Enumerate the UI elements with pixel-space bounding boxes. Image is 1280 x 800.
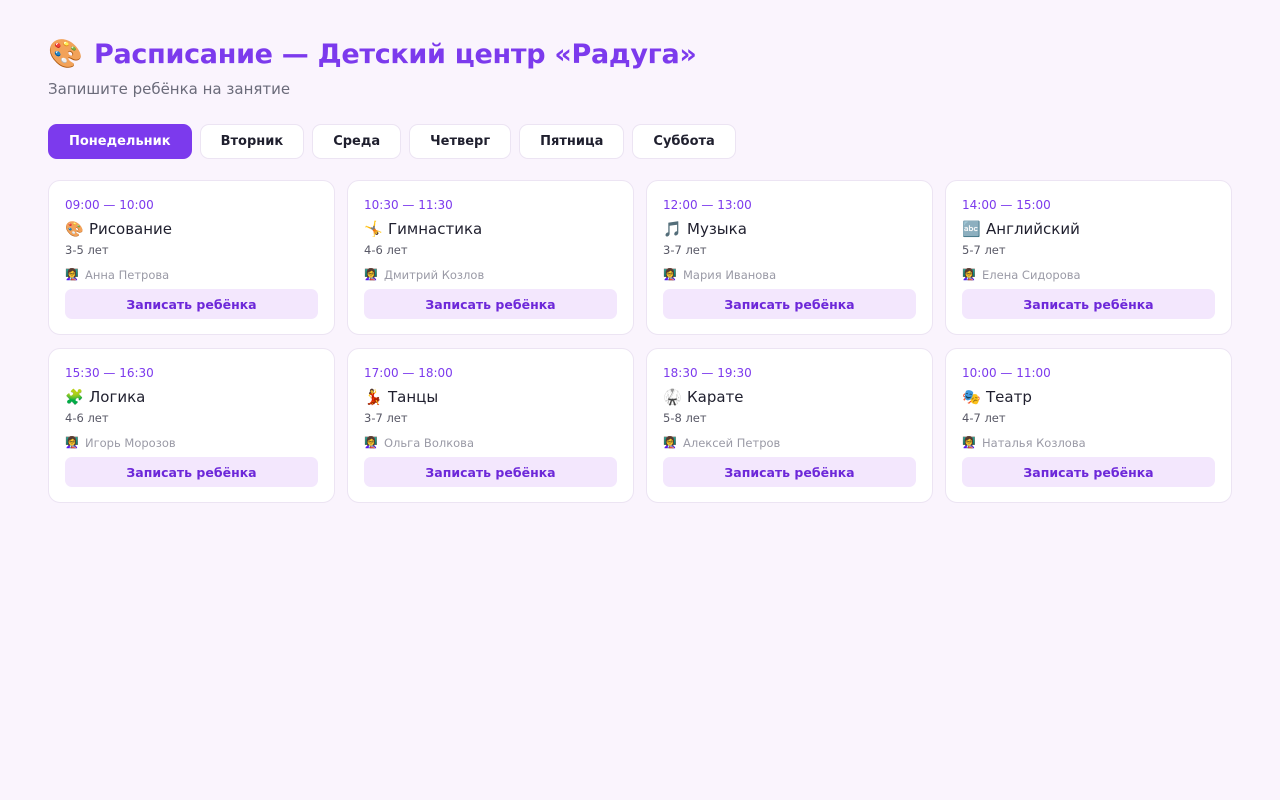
class-teacher: 👩‍🏫 Наталья Козлова <box>962 435 1215 450</box>
class-age: 3-5 лет <box>65 243 109 257</box>
class-age: 5-8 лет <box>663 411 707 425</box>
teacher-icon: 👩‍🏫 <box>364 268 378 281</box>
class-time: 09:00 — 10:00 <box>65 198 154 212</box>
class-age: 3-7 лет <box>364 411 408 425</box>
class-teacher: 👩‍🏫 Ольга Волкова <box>364 435 617 450</box>
teacher-name: Дмитрий Козлов <box>384 267 485 282</box>
teacher-icon: 👩‍🏫 <box>962 436 976 449</box>
class-time: 18:30 — 19:30 <box>663 366 752 380</box>
class-time: 12:00 — 13:00 <box>663 198 752 212</box>
enroll-button[interactable]: Записать ребёнка <box>65 289 318 319</box>
tab-friday[interactable]: Пятница <box>519 124 625 159</box>
enroll-button[interactable]: Записать ребёнка <box>962 289 1215 319</box>
class-name: Английский <box>986 220 1080 238</box>
class-name: Танцы <box>388 388 439 406</box>
class-age: 4-6 лет <box>65 411 109 425</box>
class-time: 10:30 — 11:30 <box>364 198 453 212</box>
class-title: 🤸 Гимнастика <box>364 219 617 239</box>
tab-wednesday[interactable]: Среда <box>312 124 402 159</box>
class-name: Театр <box>986 388 1032 406</box>
class-name: Рисование <box>89 220 173 238</box>
class-age: 3-7 лет <box>663 243 707 257</box>
class-card-dance: 17:00 — 18:00 💃 Танцы 3-7 лет 👩‍🏫 Ольга … <box>347 348 634 503</box>
teacher-name: Мария Иванова <box>683 267 777 282</box>
tab-saturday[interactable]: Суббота <box>632 124 736 159</box>
puzzle-icon: 🧩 <box>65 387 84 406</box>
palette-icon: 🎨 <box>48 37 83 70</box>
tab-tuesday[interactable]: Вторник <box>199 124 305 159</box>
page: 🎨 Расписание — Детский центр «Радуга» За… <box>0 0 1280 503</box>
teacher-name: Анна Петрова <box>85 267 170 282</box>
palette-icon: 🎨 <box>65 219 84 238</box>
teacher-name: Наталья Козлова <box>982 435 1086 450</box>
class-card-gymnastics: 10:30 — 11:30 🤸 Гимнастика 4-6 лет 👩‍🏫 Д… <box>347 180 634 335</box>
class-title: 💃 Танцы <box>364 387 617 407</box>
enroll-button[interactable]: Записать ребёнка <box>663 457 916 487</box>
class-name: Музыка <box>687 220 747 238</box>
enroll-button[interactable]: Записать ребёнка <box>663 289 916 319</box>
class-teacher: 👩‍🏫 Игорь Морозов <box>65 435 318 450</box>
class-teacher: 👩‍🏫 Анна Петрова <box>65 267 318 282</box>
enroll-button[interactable]: Записать ребёнка <box>962 457 1215 487</box>
teacher-icon: 👩‍🏫 <box>65 268 79 281</box>
class-card-karate: 18:30 — 19:30 🥋 Карате 5-8 лет 👩‍🏫 Алекс… <box>646 348 933 503</box>
teacher-icon: 👩‍🏫 <box>962 268 976 281</box>
music-note-icon: 🎵 <box>663 219 682 238</box>
class-age: 4-6 лет <box>364 243 408 257</box>
class-card-music: 12:00 — 13:00 🎵 Музыка 3-7 лет 👩‍🏫 Мария… <box>646 180 933 335</box>
page-subtitle: Запишите ребёнка на занятие <box>48 80 291 98</box>
teacher-name: Игорь Морозов <box>85 435 176 450</box>
tab-thursday[interactable]: Четверг <box>409 124 512 159</box>
header: 🎨 Расписание — Детский центр «Радуга» <box>48 36 1232 72</box>
dancer-icon: 💃 <box>364 387 383 406</box>
day-tabs: Понедельник Вторник Среда Четверг Пятниц… <box>48 124 1232 160</box>
class-time: 15:30 — 16:30 <box>65 366 154 380</box>
class-title: 🧩 Логика <box>65 387 318 407</box>
abc-icon: 🔤 <box>962 219 981 238</box>
class-title: 🎨 Рисование <box>65 219 318 239</box>
teacher-icon: 👩‍🏫 <box>663 436 677 449</box>
class-card-drawing: 09:00 — 10:00 🎨 Рисование 3-5 лет 👩‍🏫 Ан… <box>48 180 335 335</box>
class-title: 🥋 Карате <box>663 387 916 407</box>
class-teacher: 👩‍🏫 Дмитрий Козлов <box>364 267 617 282</box>
class-title: 🎭 Театр <box>962 387 1215 407</box>
theater-masks-icon: 🎭 <box>962 387 981 406</box>
class-name: Карате <box>687 388 744 406</box>
class-card-logic: 15:30 — 16:30 🧩 Логика 4-6 лет 👩‍🏫 Игорь… <box>48 348 335 503</box>
teacher-name: Алексей Петров <box>683 435 781 450</box>
enroll-button[interactable]: Записать ребёнка <box>65 457 318 487</box>
page-title: Расписание — Детский центр «Радуга» <box>94 38 697 70</box>
class-title: 🔤 Английский <box>962 219 1215 239</box>
teacher-name: Елена Сидорова <box>982 267 1081 282</box>
class-name: Гимнастика <box>388 220 483 238</box>
class-time: 17:00 — 18:00 <box>364 366 453 380</box>
martial-arts-icon: 🥋 <box>663 387 682 406</box>
class-card-english: 14:00 — 15:00 🔤 Английский 5-7 лет 👩‍🏫 Е… <box>945 180 1232 335</box>
enroll-button[interactable]: Записать ребёнка <box>364 457 617 487</box>
class-time: 10:00 — 11:00 <box>962 366 1051 380</box>
teacher-icon: 👩‍🏫 <box>663 268 677 281</box>
class-age: 4-7 лет <box>962 411 1006 425</box>
teacher-name: Ольга Волкова <box>384 435 475 450</box>
teacher-icon: 👩‍🏫 <box>65 436 79 449</box>
tab-monday[interactable]: Понедельник <box>48 124 192 159</box>
class-title: 🎵 Музыка <box>663 219 916 239</box>
class-age: 5-7 лет <box>962 243 1006 257</box>
gymnast-icon: 🤸 <box>364 219 383 238</box>
class-teacher: 👩‍🏫 Мария Иванова <box>663 267 916 282</box>
class-teacher: 👩‍🏫 Елена Сидорова <box>962 267 1215 282</box>
class-card-theater: 10:00 — 11:00 🎭 Театр 4-7 лет 👩‍🏫 Наталь… <box>945 348 1232 503</box>
enroll-button[interactable]: Записать ребёнка <box>364 289 617 319</box>
class-name: Логика <box>89 388 146 406</box>
class-grid: 09:00 — 10:00 🎨 Рисование 3-5 лет 👩‍🏫 Ан… <box>48 180 1232 503</box>
teacher-icon: 👩‍🏫 <box>364 436 378 449</box>
class-time: 14:00 — 15:00 <box>962 198 1051 212</box>
class-teacher: 👩‍🏫 Алексей Петров <box>663 435 916 450</box>
